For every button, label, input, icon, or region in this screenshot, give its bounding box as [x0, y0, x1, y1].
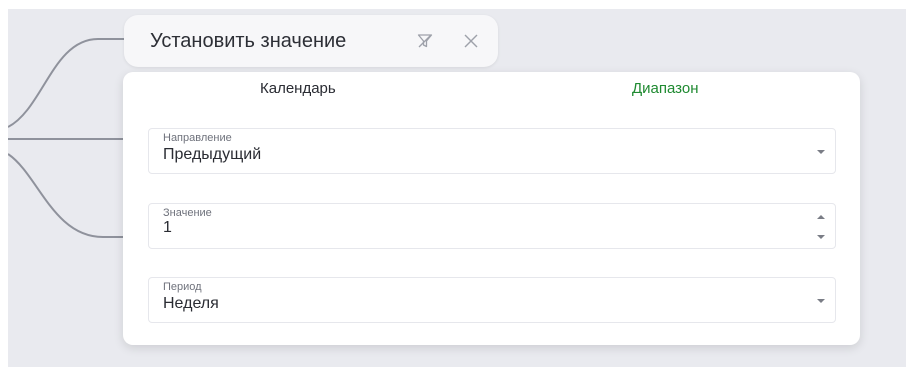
direction-label: Направление — [163, 132, 232, 144]
value-label: Значение — [163, 207, 212, 219]
chevron-down-icon[interactable] — [817, 150, 825, 154]
period-select[interactable]: Период Неделя — [148, 277, 836, 323]
close-icon[interactable] — [458, 28, 484, 54]
set-value-node[interactable]: Установить значение — [124, 15, 498, 67]
spinner-up-icon[interactable] — [817, 215, 825, 219]
period-value: Неделя — [163, 295, 219, 312]
connector-line-bottom — [8, 153, 123, 238]
direction-value: Предыдущий — [163, 146, 262, 163]
chevron-down-icon[interactable] — [817, 299, 825, 303]
value-input[interactable]: 1 — [163, 219, 172, 237]
spinner-down-icon[interactable] — [817, 235, 825, 239]
connector-line-top — [8, 38, 124, 128]
tab-calendar[interactable]: Календарь — [260, 80, 336, 97]
tab-range[interactable]: Диапазон — [632, 80, 699, 97]
node-title: Установить значение — [150, 29, 347, 52]
filter-off-icon[interactable] — [412, 28, 438, 54]
direction-select[interactable]: Направление Предыдущий — [148, 128, 836, 174]
value-stepper[interactable]: Значение 1 — [148, 203, 836, 249]
workflow-canvas: Установить значение Календарь Диапазон Н… — [8, 9, 906, 367]
settings-panel: Календарь Диапазон Направление Предыдущи… — [123, 72, 860, 345]
period-label: Период — [163, 281, 202, 293]
